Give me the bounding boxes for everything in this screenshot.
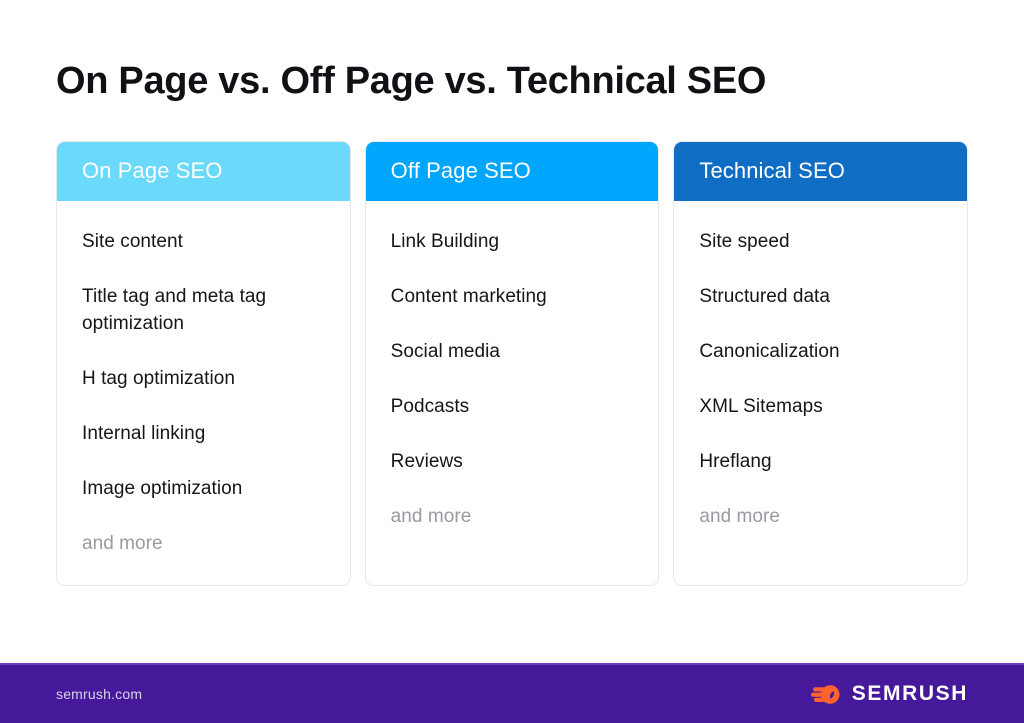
card-body-on-page-seo: Site content Title tag and meta tag opti… bbox=[57, 201, 350, 585]
card-header-label: On Page SEO bbox=[82, 158, 223, 184]
semrush-logo: SEMRUSH bbox=[810, 682, 968, 706]
card-header-off-page-seo: Off Page SEO bbox=[365, 141, 659, 201]
card-body-off-page-seo: Link Building Content marketing Social m… bbox=[366, 201, 659, 585]
list-item: Podcasts bbox=[390, 395, 470, 417]
page-title: On Page vs. Off Page vs. Technical SEO bbox=[56, 60, 767, 102]
list-item: Image optimization bbox=[82, 477, 243, 499]
infographic-page: On Page vs. Off Page vs. Technical SEO O… bbox=[0, 0, 1024, 723]
list-item: Link Building bbox=[390, 230, 500, 252]
list-item: Hreflang bbox=[699, 450, 772, 472]
list-item: Site content bbox=[82, 230, 183, 252]
card-header-technical-seo: Technical SEO bbox=[674, 141, 968, 201]
list-item: Internal linking bbox=[82, 422, 206, 444]
list-item: Site speed bbox=[699, 230, 790, 252]
list-item: Canonicalization bbox=[699, 340, 840, 362]
card-header-label: Technical SEO bbox=[699, 158, 845, 184]
footer-bar: semrush.com SEMRUSH bbox=[0, 663, 1024, 723]
semrush-comet-icon bbox=[810, 684, 841, 705]
list-item: XML Sitemaps bbox=[699, 395, 823, 417]
title-area: On Page vs. Off Page vs. Technical SEO bbox=[0, 0, 1024, 104]
comparison-cards: On Page SEO Site content Title tag and m… bbox=[0, 104, 1024, 586]
card-on-page-seo: On Page SEO Site content Title tag and m… bbox=[56, 140, 351, 586]
footer-url: semrush.com bbox=[56, 686, 143, 702]
card-header-on-page-seo: On Page SEO bbox=[57, 141, 350, 201]
list-item: Title tag and meta tag optimization bbox=[82, 285, 267, 334]
list-item: Reviews bbox=[390, 450, 463, 472]
list-item: Content marketing bbox=[390, 285, 547, 307]
list-item-and-more: and more bbox=[82, 532, 163, 554]
card-technical-seo: Technical SEO Site speed Structured data… bbox=[673, 140, 969, 586]
list-item-and-more: and more bbox=[390, 505, 472, 527]
list-item: H tag optimization bbox=[82, 367, 235, 389]
list-item: Structured data bbox=[699, 285, 831, 307]
semrush-wordmark: SEMRUSH bbox=[851, 682, 968, 705]
list-item: Social media bbox=[390, 340, 501, 362]
card-body-technical-seo: Site speed Structured data Canonicalizat… bbox=[674, 201, 967, 585]
list-item-and-more: and more bbox=[699, 505, 781, 527]
card-off-page-seo: Off Page SEO Link Building Content marke… bbox=[364, 140, 660, 586]
card-header-label: Off Page SEO bbox=[390, 158, 531, 184]
